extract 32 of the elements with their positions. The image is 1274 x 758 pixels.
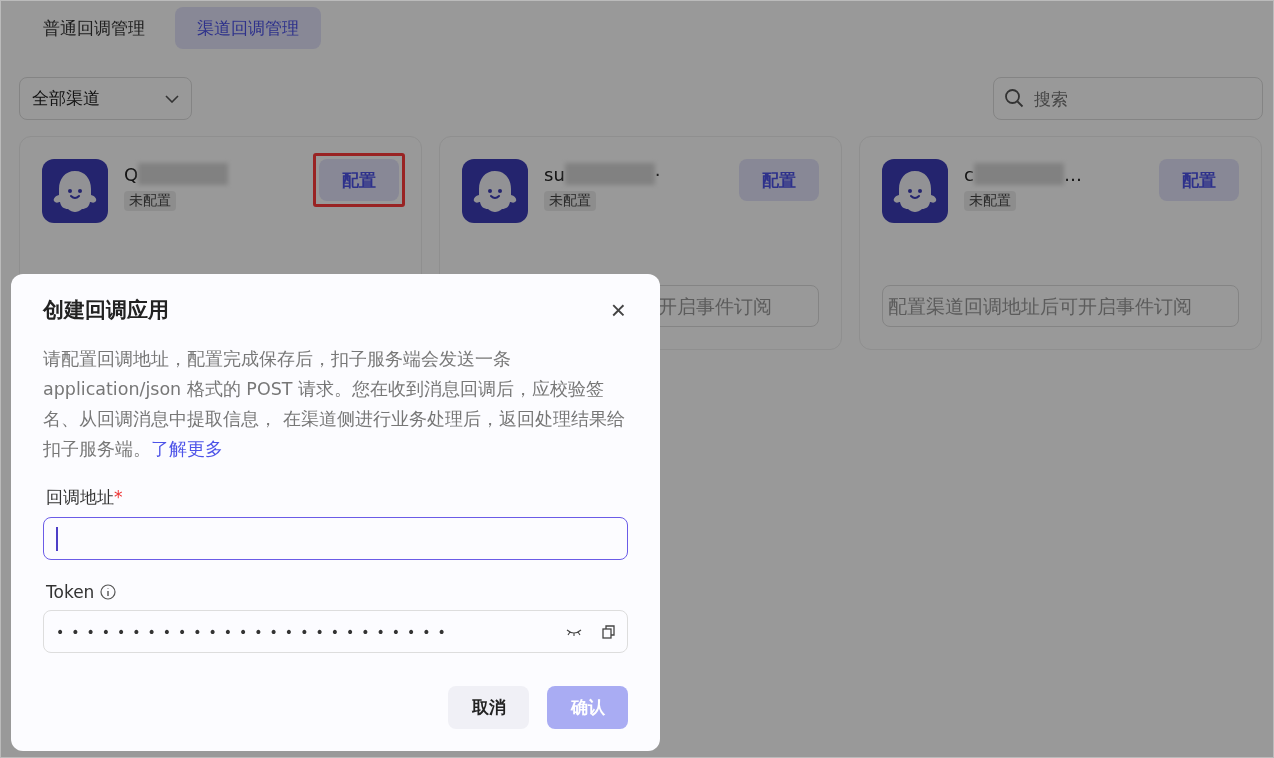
ghost-logo-icon <box>462 159 528 223</box>
cancel-button[interactable]: 取消 <box>448 686 529 729</box>
configure-button[interactable]: 配置 <box>319 159 399 201</box>
close-button[interactable]: × <box>608 297 628 323</box>
tab[interactable]: 普通回调管理 <box>21 7 167 49</box>
field-label: Token <box>46 582 95 602</box>
channel-name-ellipsis: · <box>654 163 661 185</box>
status-tag: 未配置 <box>964 191 1016 211</box>
eye-closed-icon[interactable] <box>566 627 582 636</box>
copy-icon[interactable] <box>602 624 615 639</box>
ghost-logo-icon <box>42 159 108 223</box>
search-icon <box>1004 88 1024 108</box>
status-tag: 未配置 <box>544 191 596 211</box>
chevron-down-icon <box>165 94 179 103</box>
channel-name: c <box>964 163 974 185</box>
search-field[interactable]: 搜索 <box>993 77 1263 120</box>
ghost-logo-icon <box>882 159 948 223</box>
dialog-title: 创建回调应用 <box>43 297 169 324</box>
configure-button[interactable]: 配置 <box>739 159 819 201</box>
channel-name-ellipsis: … <box>1063 163 1082 185</box>
channel-name: Q <box>124 163 139 185</box>
info-icon <box>100 584 117 600</box>
url-field[interactable] <box>43 517 628 560</box>
field-label: 回调地址* <box>46 486 123 509</box>
configure-button[interactable]: 配置 <box>1159 159 1239 201</box>
channel-select[interactable]: 全部渠道 <box>19 77 192 120</box>
channel-name: su <box>544 163 565 185</box>
tab[interactable]: 渠道回调管理 <box>175 7 321 49</box>
token-field[interactable]: •••••••••••••••••••••••••• <box>43 610 628 653</box>
dialog-description: 请配置回调地址，配置完成保存后，扣子服务端会发送一条 application/json 格式的 POST 请求。您在收到消息回调后，应校验签名、从回调消息中提取信息， 在渠道侧进行业务处理后，返回处理结果给扣子服务端。了解更多 <box>43 348 626 461</box>
learn-more-link[interactable]: 了解更多 <box>151 439 223 459</box>
status-tag: 未配置 <box>124 191 176 211</box>
